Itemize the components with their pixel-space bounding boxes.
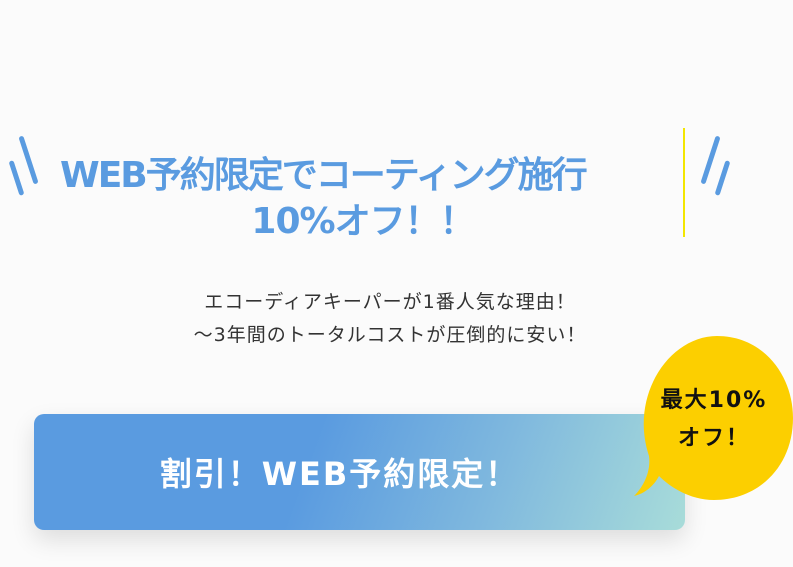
badge-line2: オフ！ [677, 426, 750, 451]
decorative-slash-icon [714, 160, 731, 196]
discount-badge-text: 最大10% オフ！ [636, 382, 792, 458]
web-reservation-discount-button[interactable]: 割引！WEB予約限定！ [34, 414, 685, 530]
subtext-line1: エコーディアキーパーが1番人気な理由！ [204, 291, 576, 313]
decorative-slash-icon [18, 135, 39, 185]
decorative-slash-icon [8, 160, 25, 196]
headline-line2: 10%オフ！！ [251, 201, 475, 242]
cta-label: 割引！WEB予約限定！ [159, 455, 520, 493]
headline-line1: WEB予約限定でコーティング施行 [60, 155, 588, 196]
decorative-slash-icon [700, 135, 721, 185]
badge-line1: 最大10% [660, 388, 768, 413]
